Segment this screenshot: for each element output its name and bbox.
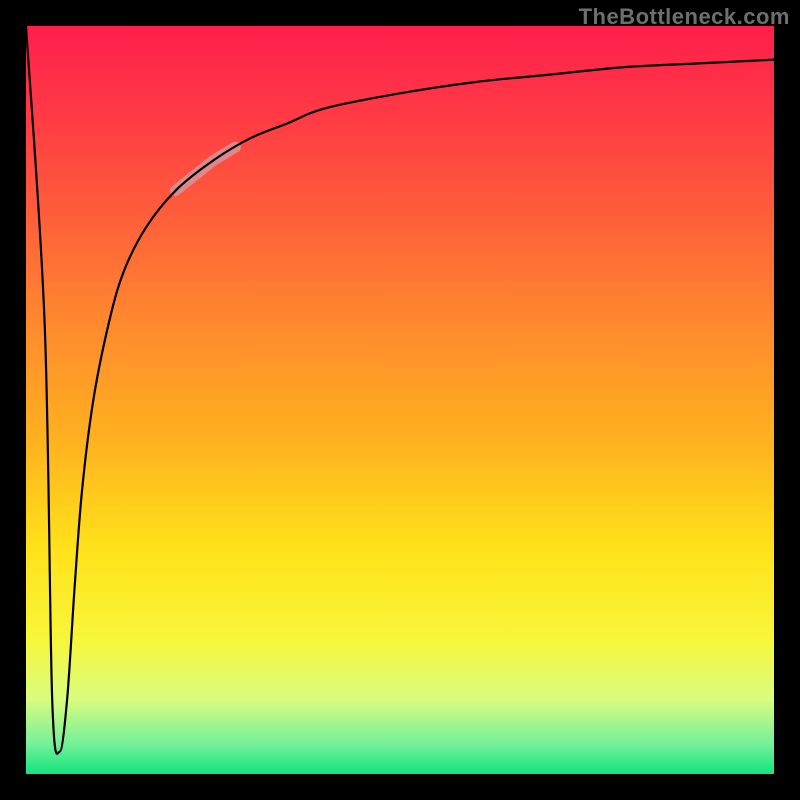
bottleneck-curve	[26, 26, 774, 754]
chart-frame: TheBottleneck.com	[0, 0, 800, 800]
watermark-text: TheBottleneck.com	[579, 4, 790, 30]
plot-area	[26, 26, 774, 774]
curve-highlight-segment	[176, 147, 236, 190]
curve-svg	[26, 26, 774, 774]
